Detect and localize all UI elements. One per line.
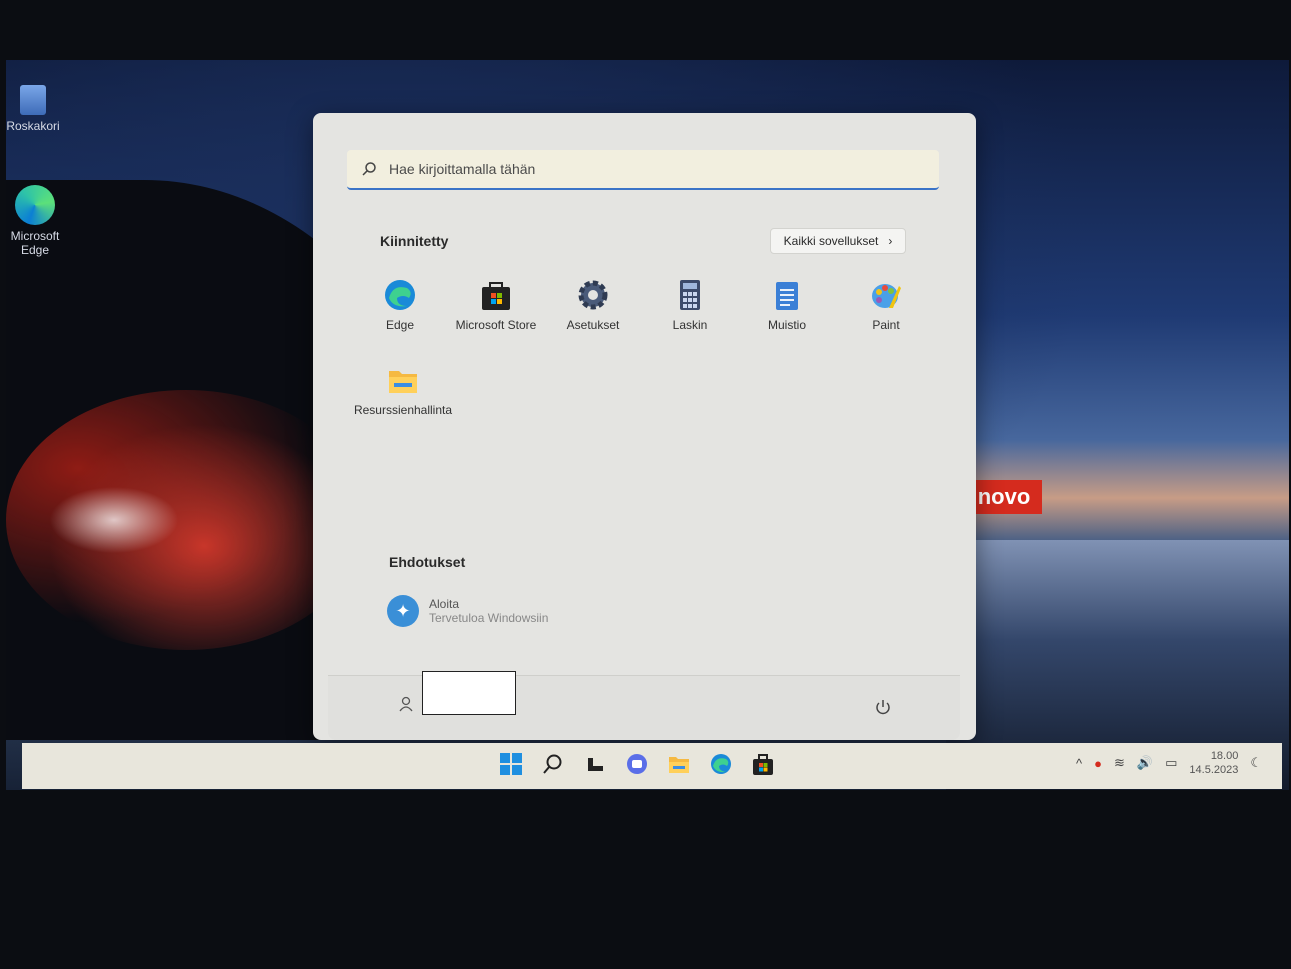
store-icon bbox=[479, 278, 513, 312]
desktop-icon-label: Microsoft Edge bbox=[10, 229, 60, 257]
edge-icon bbox=[15, 185, 55, 225]
start-button[interactable] bbox=[498, 751, 524, 777]
calculator-icon bbox=[673, 278, 707, 312]
suggestion-get-started[interactable]: ✦ Aloita Tervetuloa Windowsiin bbox=[387, 595, 548, 627]
pinned-app-label: Edge bbox=[385, 318, 415, 332]
task-view-icon bbox=[588, 758, 603, 771]
task-view-button[interactable] bbox=[582, 751, 608, 777]
desktop-icon-label: Roskakori bbox=[6, 119, 60, 133]
start-icon bbox=[500, 753, 522, 775]
system-tray: ^ ● ≋ 🔊 ▭ 18.00 14.5.2023 ☾ bbox=[1076, 749, 1262, 777]
all-apps-label: Kaikki sovellukset bbox=[783, 234, 879, 248]
pinned-app-calculator[interactable]: Laskin bbox=[642, 278, 738, 332]
user-icon[interactable] bbox=[398, 696, 420, 718]
volume-icon[interactable]: 🔊 bbox=[1137, 755, 1153, 771]
clock-time: 18.00 bbox=[1210, 750, 1239, 762]
file-explorer-icon bbox=[669, 757, 689, 773]
all-apps-button[interactable]: Kaikki sovellukset › bbox=[770, 228, 906, 254]
brand-badge: novo bbox=[966, 480, 1042, 514]
pinned-app-notepad[interactable]: Muistio bbox=[739, 278, 835, 332]
edge-icon bbox=[383, 278, 417, 312]
pinned-app-label: Microsoft Store bbox=[455, 318, 537, 332]
taskbar: ^ ● ≋ 🔊 ▭ 18.00 14.5.2023 ☾ bbox=[22, 743, 1282, 789]
store-icon bbox=[753, 754, 773, 775]
taskbar-edge-button[interactable] bbox=[708, 751, 734, 777]
paint-icon bbox=[869, 278, 903, 312]
file-explorer-icon bbox=[386, 363, 420, 397]
pinned-app-label: Asetukset bbox=[566, 318, 620, 332]
search-icon bbox=[543, 754, 562, 774]
notification-icon[interactable]: ☾ bbox=[1250, 755, 1262, 771]
clock[interactable]: 18.00 14.5.2023 bbox=[1189, 749, 1238, 777]
chat-icon bbox=[627, 754, 647, 774]
pinned-app-label: Resurssienhallinta bbox=[353, 403, 453, 417]
get-started-icon: ✦ bbox=[387, 595, 419, 627]
pinned-app-label: Paint bbox=[872, 318, 900, 332]
suggestion-subtitle: Tervetuloa Windowsiin bbox=[429, 611, 549, 625]
wifi-icon[interactable]: ≋ bbox=[1114, 755, 1125, 771]
suggestion-title: Aloita bbox=[429, 597, 460, 611]
wallpaper-swirl bbox=[6, 390, 366, 650]
pinned-app-label: Muistio bbox=[767, 318, 806, 332]
settings-gear-icon bbox=[576, 278, 610, 312]
pinned-app-label: Laskin bbox=[672, 318, 708, 332]
pinned-app-paint[interactable]: Paint bbox=[838, 278, 934, 332]
notepad-icon bbox=[770, 278, 804, 312]
taskbar-file-explorer-button[interactable] bbox=[666, 751, 692, 777]
desktop-icon-edge[interactable]: Microsoft Edge bbox=[6, 185, 70, 257]
pinned-app-edge[interactable]: Edge bbox=[352, 278, 448, 332]
start-menu: Hae kirjoittamalla tähän Kiinnitetty Kai… bbox=[313, 113, 976, 740]
search-icon bbox=[362, 162, 376, 176]
pinned-app-settings[interactable]: Asetukset bbox=[545, 278, 641, 332]
chevron-right-icon: › bbox=[888, 234, 893, 248]
lenovo-vantage-icon[interactable]: ● bbox=[1094, 756, 1102, 771]
edge-icon bbox=[711, 754, 731, 774]
power-icon bbox=[876, 700, 890, 715]
taskbar-store-button[interactable] bbox=[750, 751, 776, 777]
pinned-title: Kiinnitetty bbox=[380, 233, 449, 249]
taskbar-search-button[interactable] bbox=[540, 751, 566, 777]
recycle-bin-icon bbox=[20, 85, 46, 115]
desktop-icon-recycle-bin[interactable]: Roskakori bbox=[6, 85, 68, 133]
chat-button[interactable] bbox=[624, 751, 650, 777]
search-placeholder: Hae kirjoittamalla tähän bbox=[389, 161, 536, 177]
battery-icon[interactable]: ▭ bbox=[1165, 755, 1177, 771]
suggestions-title: Ehdotukset bbox=[389, 554, 466, 570]
power-button[interactable] bbox=[874, 698, 892, 721]
pinned-app-file-explorer[interactable]: Resurssienhallinta bbox=[353, 363, 453, 417]
search-input[interactable]: Hae kirjoittamalla tähän bbox=[347, 150, 939, 190]
chevron-up-icon[interactable]: ^ bbox=[1076, 756, 1082, 771]
taskbar-apps bbox=[498, 751, 776, 777]
user-name-redacted[interactable] bbox=[422, 671, 516, 715]
start-footer bbox=[328, 671, 960, 740]
clock-date: 14.5.2023 bbox=[1189, 764, 1239, 776]
pinned-app-store[interactable]: Microsoft Store bbox=[448, 278, 544, 332]
